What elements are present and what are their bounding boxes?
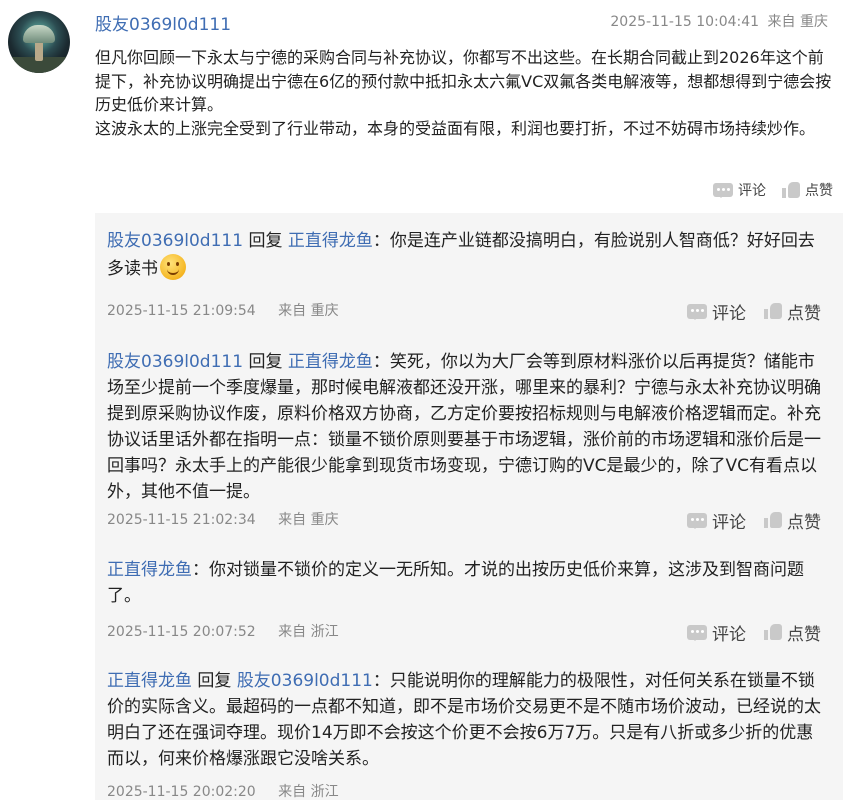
reply-time: 2025-11-15 21:02:34	[107, 512, 256, 528]
reply-word: 回复	[197, 671, 232, 691]
thumbs-up-icon	[764, 303, 782, 320]
reply-target[interactable]: 正直得龙鱼	[288, 352, 373, 372]
post-source: 来自 重庆	[767, 14, 828, 30]
post-like-button[interactable]: 点赞	[782, 180, 833, 200]
reply-word: 回复	[248, 352, 283, 372]
comment-label: 评论	[738, 183, 766, 199]
reply-meta: 2025-11-15 20:02:20 来自 浙江	[107, 781, 339, 800]
reply-like-button[interactable]: 点赞	[764, 508, 821, 533]
comment-icon	[687, 513, 707, 529]
reply-actions: 评论 点赞	[687, 299, 821, 324]
reply-meta: 2025-11-15 20:07:52 来自 浙江	[107, 621, 339, 641]
reply-text: ：笑死，你以为大厂会等到原材料涨价以后再提货？储能市场至少提前一个季度爆量，那时…	[107, 352, 821, 502]
comment-label: 评论	[712, 625, 746, 645]
post-actions: 评论 点赞	[713, 180, 833, 200]
post-meta: 2025-11-15 10:04:41 来自 重庆	[606, 11, 828, 31]
thumbs-up-icon	[764, 512, 782, 529]
comment-icon	[687, 625, 707, 641]
post-timestamp: 2025-11-15 10:04:41	[610, 14, 760, 30]
reply-target[interactable]: 正直得龙鱼	[288, 231, 373, 251]
reply-actions: 评论 点赞	[687, 620, 821, 645]
comment-label: 评论	[712, 513, 746, 533]
reply-comment-button[interactable]: 评论	[687, 299, 746, 324]
post-username[interactable]: 股友0369l0d111	[95, 10, 231, 35]
reply-author[interactable]: 正直得龙鱼	[107, 560, 192, 580]
reply-location: 来自 重庆	[278, 512, 339, 528]
reply-author[interactable]: 股友0369l0d111	[107, 352, 243, 372]
like-label: 点赞	[787, 625, 821, 645]
reply-location: 来自 重庆	[278, 303, 339, 319]
thumbs-up-icon	[764, 624, 782, 641]
reply-location: 来自 浙江	[278, 784, 339, 800]
reply-author[interactable]: 正直得龙鱼	[107, 671, 192, 691]
reply-actions: 评论 点赞	[687, 508, 821, 533]
reply-time: 2025-11-15 21:09:54	[107, 303, 256, 319]
reply-comment-button[interactable]: 评论	[687, 620, 746, 645]
reply-comment-button[interactable]: 评论	[687, 508, 746, 533]
reply-time: 2025-11-15 20:07:52	[107, 624, 256, 640]
reply-item: 股友0369l0d111 回复 正直得龙鱼：你是连产业链都没搞明白，有脸说别人智…	[107, 228, 827, 282]
reply-item: 正直得龙鱼：你对锁量不锁价的定义一无所知。才说的出按历史低价来算，这涉及到智商问…	[107, 557, 827, 609]
avatar-mushroom-cap	[23, 25, 55, 43]
comment-icon	[713, 183, 733, 198]
reply-like-button[interactable]: 点赞	[764, 620, 821, 645]
reply-author[interactable]: 股友0369l0d111	[107, 231, 243, 251]
reply-text: ：你对锁量不锁价的定义一无所知。才说的出按历史低价来算，这涉及到智商问题了。	[107, 560, 804, 606]
post-body: 但凡你回顾一下永太与宁德的采购合同与补充协议，你都写不出这些。在长期合同截止到2…	[95, 46, 835, 140]
avatar[interactable]	[8, 11, 70, 73]
reply-time: 2025-11-15 20:02:20	[107, 784, 256, 800]
reply-meta: 2025-11-15 21:09:54 来自 重庆	[107, 300, 339, 320]
thumbs-up-icon	[782, 182, 800, 198]
post-paragraph-1: 但凡你回顾一下永太与宁德的采购合同与补充协议，你都写不出这些。在长期合同截止到2…	[95, 48, 832, 114]
post-comment-button[interactable]: 评论	[713, 180, 766, 200]
reply-item: 正直得龙鱼 回复 股友0369l0d111：只能说明你的理解能力的极限性，对任何…	[107, 668, 827, 772]
reply-word: 回复	[248, 231, 283, 251]
smile-emoji	[160, 254, 186, 280]
like-label: 点赞	[787, 513, 821, 533]
reply-target[interactable]: 股友0369l0d111	[237, 671, 373, 691]
reply-meta: 2025-11-15 21:02:34 来自 重庆	[107, 509, 339, 529]
reply-item: 股友0369l0d111 回复 正直得龙鱼：笑死，你以为大厂会等到原材料涨价以后…	[107, 349, 827, 505]
post-paragraph-2: 这波永太的上涨完全受到了行业带动，本身的受益面有限，利润也要打折，不过不妨碍市场…	[95, 118, 816, 138]
comment-icon	[687, 304, 707, 320]
reply-location: 来自 浙江	[278, 624, 339, 640]
like-label: 点赞	[787, 304, 821, 324]
reply-like-button[interactable]: 点赞	[764, 299, 821, 324]
avatar-mushroom-stem	[35, 41, 43, 61]
like-label: 点赞	[805, 183, 833, 199]
comment-label: 评论	[712, 304, 746, 324]
